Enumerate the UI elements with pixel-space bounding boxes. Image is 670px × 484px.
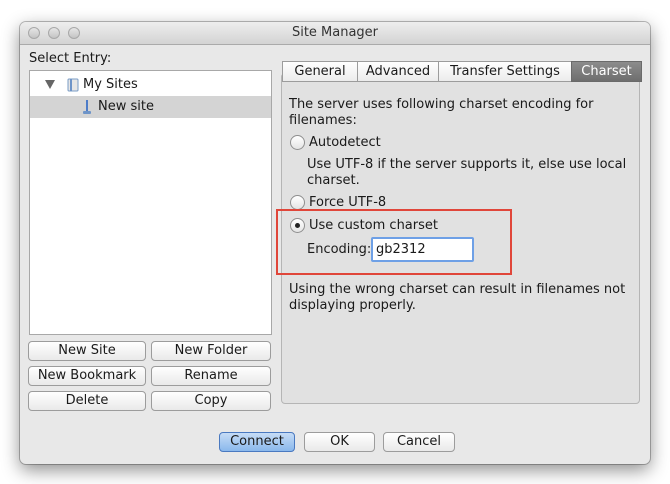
custom-charset-radio[interactable] bbox=[290, 218, 305, 233]
title-bar[interactable]: Site Manager bbox=[20, 22, 650, 45]
autodetect-description: Use UTF-8 if the server supports it, els… bbox=[307, 157, 627, 188]
custom-charset-label[interactable]: Use custom charset bbox=[309, 218, 438, 234]
autodetect-radio[interactable] bbox=[290, 135, 305, 150]
new-bookmark-button[interactable]: New Bookmark bbox=[28, 366, 146, 386]
copy-button[interactable]: Copy bbox=[151, 391, 271, 411]
tab-general[interactable]: General bbox=[282, 61, 358, 82]
delete-button[interactable]: Delete bbox=[28, 391, 146, 411]
server-icon bbox=[83, 100, 91, 114]
rename-button[interactable]: Rename bbox=[151, 366, 271, 386]
force-utf8-radio[interactable] bbox=[290, 195, 305, 210]
new-site-button[interactable]: New Site bbox=[28, 341, 146, 361]
tab-charset[interactable]: Charset bbox=[571, 61, 642, 82]
disclosure-triangle-icon[interactable] bbox=[45, 80, 55, 89]
encoding-input[interactable] bbox=[371, 237, 474, 262]
tab-advanced[interactable]: Advanced bbox=[357, 61, 439, 82]
tree-row-new-site[interactable]: New site bbox=[30, 96, 271, 118]
cancel-button[interactable]: Cancel bbox=[383, 432, 455, 452]
tree-label-new-site: New site bbox=[98, 99, 154, 114]
new-folder-button[interactable]: New Folder bbox=[151, 341, 271, 361]
select-entry-label: Select Entry: bbox=[29, 51, 112, 66]
window-title: Site Manager bbox=[291, 25, 379, 40]
tab-transfer-settings[interactable]: Transfer Settings bbox=[438, 61, 572, 82]
tree-label-my-sites: My Sites bbox=[83, 77, 138, 92]
charset-warning-text: Using the wrong charset can result in fi… bbox=[289, 282, 626, 313]
encoding-label: Encoding: bbox=[307, 242, 372, 257]
site-tree[interactable]: My Sites New site bbox=[29, 70, 272, 335]
autodetect-label[interactable]: Autodetect bbox=[309, 135, 381, 151]
sites-folder-icon bbox=[67, 78, 79, 92]
tree-row-my-sites[interactable]: My Sites bbox=[30, 74, 271, 96]
ok-button[interactable]: OK bbox=[304, 432, 375, 452]
connect-button[interactable]: Connect bbox=[219, 432, 295, 452]
charset-intro-text: The server uses following charset encodi… bbox=[289, 97, 594, 128]
site-manager-window: Site Manager Select Entry: My Sites New … bbox=[20, 22, 650, 464]
